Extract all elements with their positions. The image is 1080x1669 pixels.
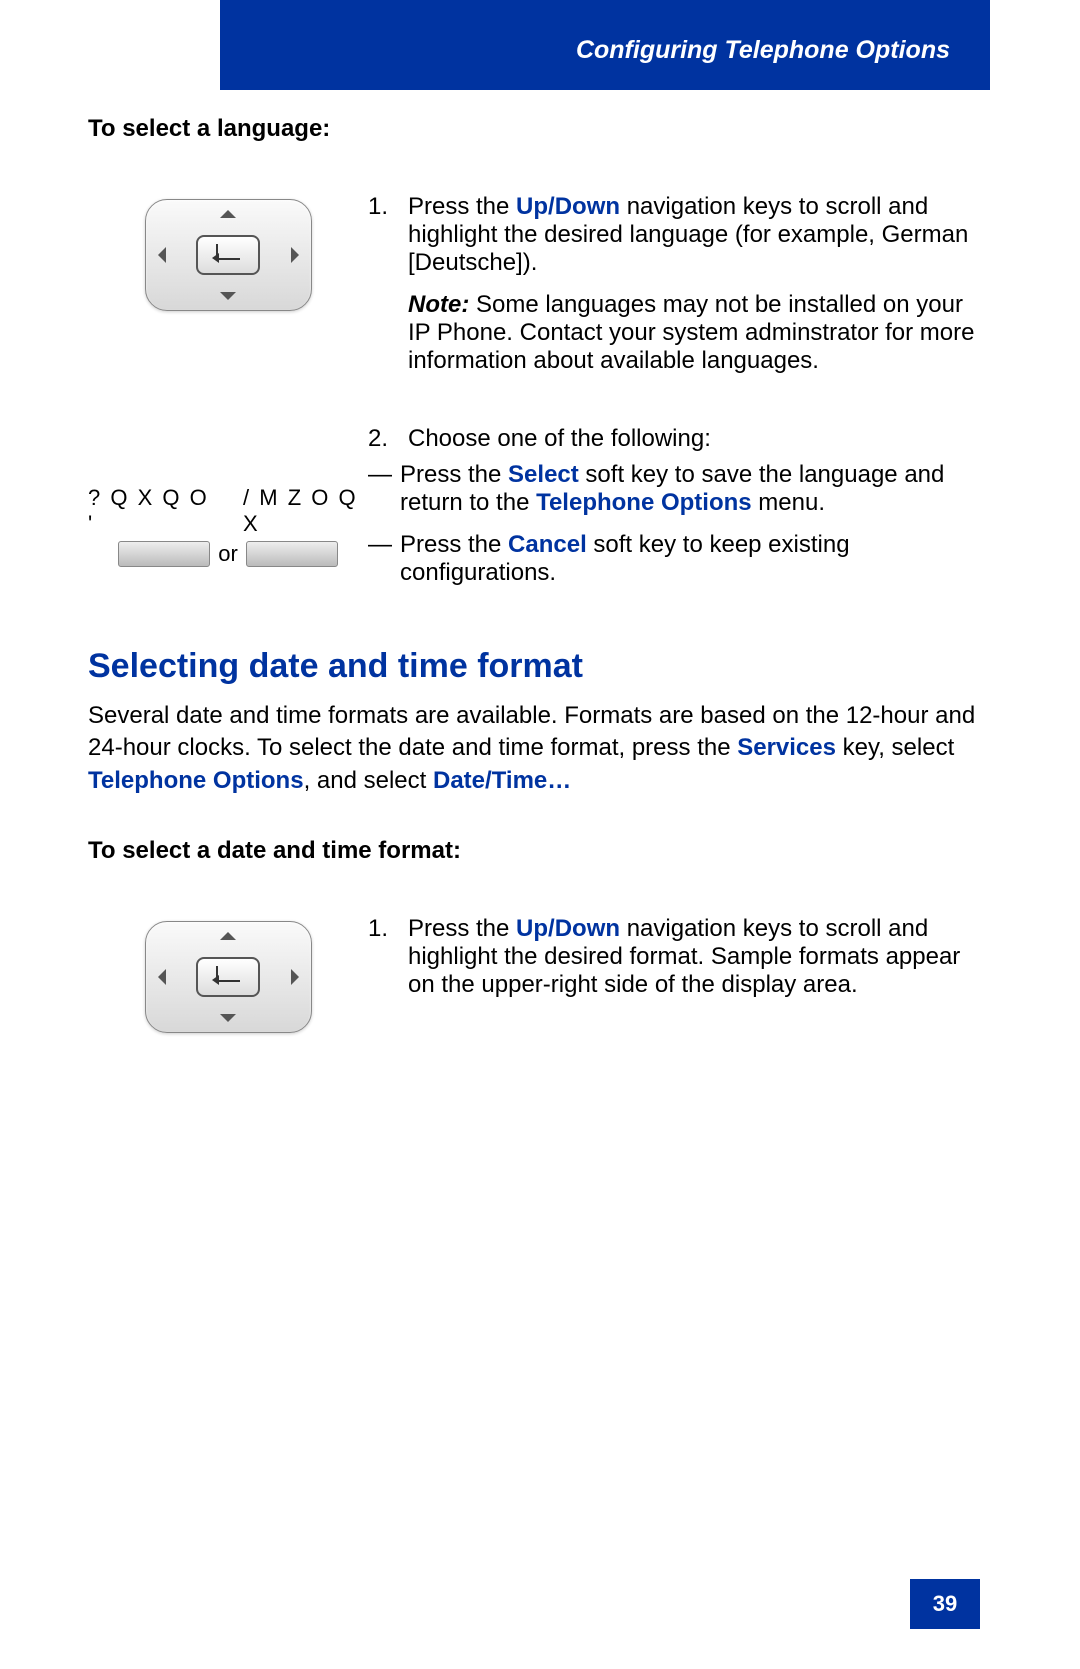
note-text: Note: Some languages may not be installe… (408, 291, 990, 375)
page-number: 39 (910, 1579, 980, 1629)
updown-link: Up/Down (516, 915, 620, 942)
softkey-cancel-button[interactable] (246, 541, 338, 567)
telephone-options-link: Telephone Options (88, 767, 304, 794)
navpad-icon (145, 921, 312, 1033)
dt-step1-text: Press the Up/Down navigation keys to scr… (408, 915, 990, 999)
softkey-labels: ? Q X Q O ' / M Z O Q X (88, 485, 368, 537)
bullet1-text: Press the Select soft key to save the la… (400, 461, 990, 517)
page-header: Configuring Telephone Options (220, 0, 990, 90)
step-number: 1. (368, 915, 408, 999)
step-number: 2. (368, 425, 408, 453)
services-link: Services (737, 734, 836, 761)
dt-heading: To select a date and time format: (88, 837, 990, 865)
page-content: To select a language: 1. Press the Up/Do… (88, 115, 990, 1049)
lang-step1-row: 1. Press the Up/Down navigation keys to … (88, 193, 990, 375)
step1-text: Press the Up/Down navigation keys to scr… (408, 193, 990, 277)
telephone-options-link: Telephone Options (536, 489, 752, 516)
lang-step2-row: ? Q X Q O ' / M Z O Q X or 2. Choose one… (88, 425, 990, 587)
or-label: or (218, 541, 238, 567)
section-title: Selecting date and time format (88, 647, 990, 686)
softkey-select-button[interactable] (118, 541, 210, 567)
updown-link: Up/Down (516, 193, 620, 220)
step-number: 1. (368, 193, 408, 277)
step2-intro: Choose one of the following: (408, 425, 711, 453)
bullet2-text: Press the Cancel soft key to keep existi… (400, 531, 990, 587)
datetime-link: Date/Time… (433, 767, 571, 794)
dt-intro-paragraph: Several date and time formats are availa… (88, 700, 990, 797)
navpad-icon (145, 199, 312, 311)
dt-step1-row: 1. Press the Up/Down navigation keys to … (88, 915, 990, 1033)
select-link: Select (508, 461, 579, 488)
lang-heading: To select a language: (88, 115, 990, 143)
cancel-link: Cancel (508, 531, 587, 558)
